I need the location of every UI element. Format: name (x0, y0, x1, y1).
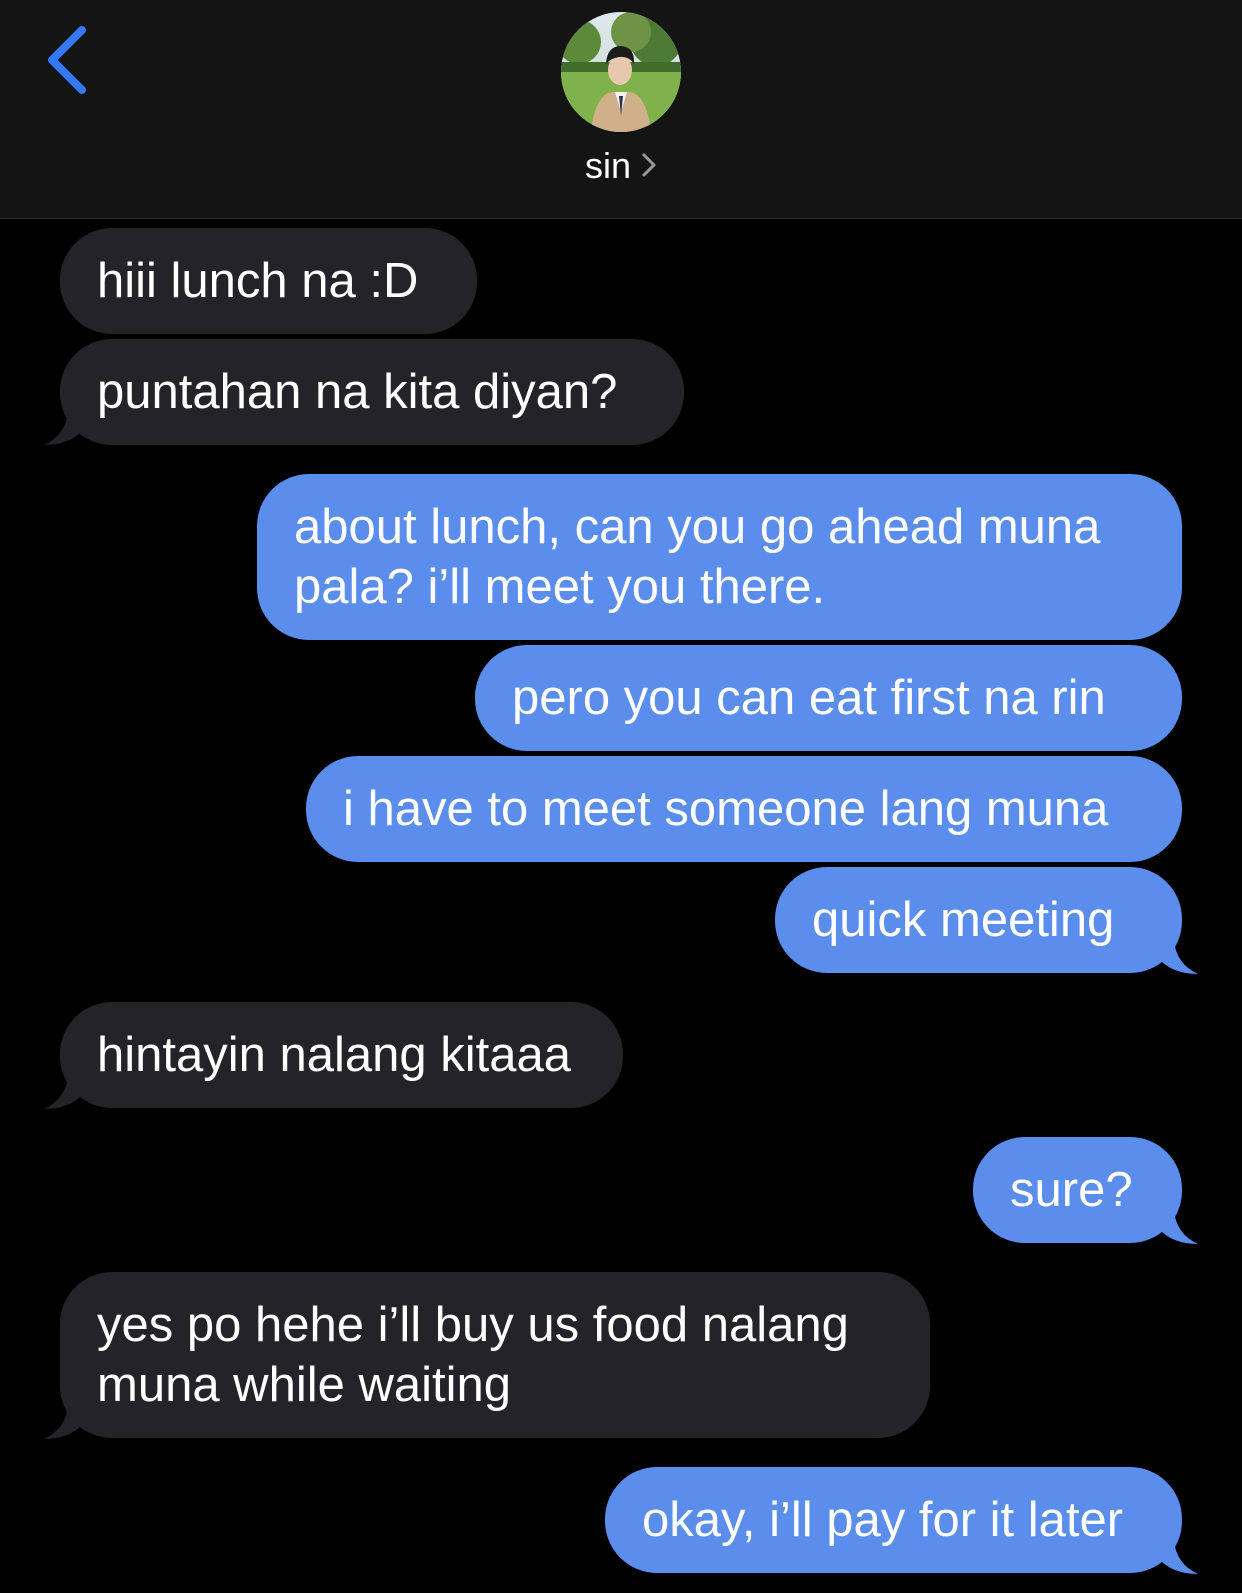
contact-photo (561, 12, 681, 132)
bubble-tail (44, 411, 84, 445)
bubble-tail (1158, 1210, 1198, 1244)
conversation-header: sin (0, 0, 1242, 219)
message-bubble-incoming[interactable]: puntahan na kita diyan? (60, 339, 684, 445)
avatar[interactable] (561, 12, 681, 132)
message-text: okay, i’ll pay for it later (642, 1493, 1124, 1547)
chevron-right-icon (642, 153, 656, 177)
message-text: hintayin nalang kitaaa (97, 1028, 572, 1082)
bubble-tail (44, 1075, 84, 1109)
message-text-line: muna while waiting (97, 1358, 511, 1412)
message-bubble-incoming[interactable]: hintayin nalang kitaaa (60, 1002, 623, 1108)
contact-name: sin (584, 145, 632, 186)
message-text: sure? (1010, 1163, 1133, 1217)
message-bubble-outgoing[interactable]: about lunch, can you go ahead muna pala?… (257, 474, 1182, 640)
contact-name-button[interactable]: sin (0, 142, 1242, 190)
bubble-tail (1158, 940, 1198, 974)
message-bubble-incoming[interactable]: hiii lunch na :D (60, 228, 477, 334)
message-bubble-outgoing[interactable]: pero you can eat first na rin (475, 645, 1182, 751)
message-bubble-incoming[interactable]: yes po hehe i’ll buy us food nalang muna… (60, 1272, 930, 1438)
message-bubble-outgoing[interactable]: quick meeting (775, 867, 1182, 973)
message-text-line: about lunch, can you go ahead muna (294, 500, 1101, 554)
chevron-left-icon (48, 26, 86, 94)
message-bubble-outgoing[interactable]: sure? (973, 1137, 1182, 1243)
message-text: pero you can eat first na rin (512, 671, 1106, 725)
message-text-line: yes po hehe i’ll buy us food nalang (97, 1298, 849, 1352)
message-text: quick meeting (812, 893, 1115, 947)
message-text: i have to meet someone lang muna (343, 782, 1109, 836)
bubble-tail (1158, 1540, 1198, 1574)
message-text: hiii lunch na :D (97, 254, 419, 308)
message-text-line: pala? i’ll meet you there. (294, 560, 826, 614)
message-text: puntahan na kita diyan? (97, 365, 618, 419)
message-bubble-outgoing[interactable]: okay, i’ll pay for it later (605, 1467, 1182, 1573)
back-button[interactable] (42, 24, 98, 96)
bubble-tail (44, 1405, 84, 1439)
message-bubble-outgoing[interactable]: i have to meet someone lang muna (306, 756, 1182, 862)
